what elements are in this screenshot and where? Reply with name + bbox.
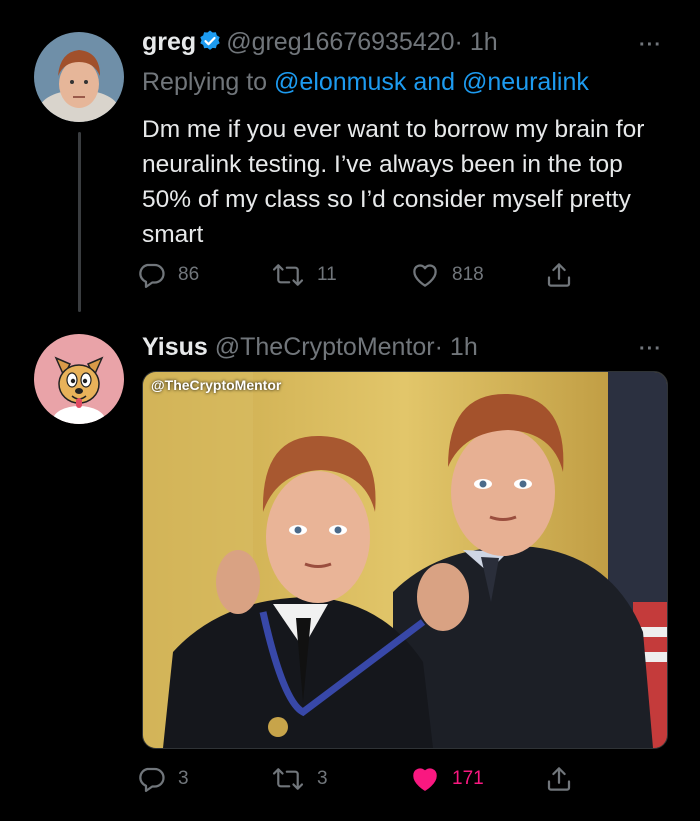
more-options-icon-2[interactable]: ··· bbox=[639, 338, 662, 361]
tweet-media-image[interactable]: @TheCryptoMentor bbox=[142, 371, 668, 749]
reply-icon bbox=[139, 263, 165, 288]
like-count: 818 bbox=[452, 264, 484, 285]
display-name-2[interactable]: Yisus bbox=[142, 333, 208, 361]
reply-button[interactable]: 86 bbox=[136, 260, 199, 290]
display-name[interactable]: greg bbox=[142, 28, 196, 56]
mention-elonmusk[interactable]: @elonmusk bbox=[274, 68, 406, 96]
tweet-text: Dm me if you ever want to borrow my brai… bbox=[142, 116, 645, 248]
like-count-2: 171 bbox=[452, 768, 484, 789]
avatar-yisus[interactable] bbox=[34, 334, 124, 424]
heart-icon bbox=[413, 264, 437, 287]
tweet-actions-2: 3 3 171 bbox=[136, 764, 586, 794]
like-button-2[interactable]: 171 bbox=[410, 764, 484, 794]
avatar-greg[interactable] bbox=[34, 32, 124, 122]
reply-conjunction[interactable]: and bbox=[406, 68, 462, 96]
handle[interactable]: @greg16676935420 bbox=[226, 28, 454, 56]
retweet-icon bbox=[272, 768, 304, 790]
retweet-button[interactable]: 11 bbox=[271, 260, 337, 290]
replying-to-label: Replying to bbox=[142, 68, 275, 96]
like-button[interactable]: 818 bbox=[410, 260, 484, 290]
reply-count-2: 3 bbox=[178, 768, 189, 789]
reply-count: 86 bbox=[178, 264, 200, 285]
tweet-actions: 86 11 818 bbox=[136, 260, 586, 290]
retweet-count-2: 3 bbox=[317, 768, 328, 789]
timestamp-2[interactable]: · 1h bbox=[435, 333, 478, 361]
retweet-count: 11 bbox=[317, 264, 337, 285]
meme-image bbox=[143, 372, 667, 748]
media-watermark-label: @TheCryptoMentor bbox=[151, 377, 282, 393]
more-options-icon[interactable]: ··· bbox=[639, 34, 662, 57]
retweet-icon bbox=[272, 264, 304, 286]
handle-2[interactable]: @TheCryptoMentor bbox=[215, 333, 435, 361]
share-icon bbox=[547, 767, 571, 791]
share-button[interactable] bbox=[544, 260, 586, 290]
heart-icon bbox=[413, 768, 437, 791]
tweet-header-2: Yisus @TheCryptoMentor· 1h bbox=[142, 333, 478, 362]
verified-badge-icon bbox=[198, 29, 222, 60]
timestamp[interactable]: · 1h bbox=[455, 28, 498, 56]
replying-to-line: Replying to @elonmusk and @neuralink bbox=[142, 68, 589, 97]
tweet-greg[interactable]: greg @greg16676935420· 1h ··· Replying to… bbox=[0, 0, 700, 320]
thread-connector-line bbox=[78, 132, 81, 312]
reply-button-2[interactable]: 3 bbox=[136, 764, 189, 794]
retweet-button-2[interactable]: 3 bbox=[271, 764, 328, 794]
reply-icon bbox=[139, 767, 165, 792]
tweet-header: greg @greg16676935420· 1h bbox=[142, 28, 498, 60]
mention-neuralink[interactable]: @neuralink bbox=[462, 68, 589, 96]
share-button-2[interactable] bbox=[544, 764, 586, 794]
share-icon bbox=[547, 263, 571, 287]
